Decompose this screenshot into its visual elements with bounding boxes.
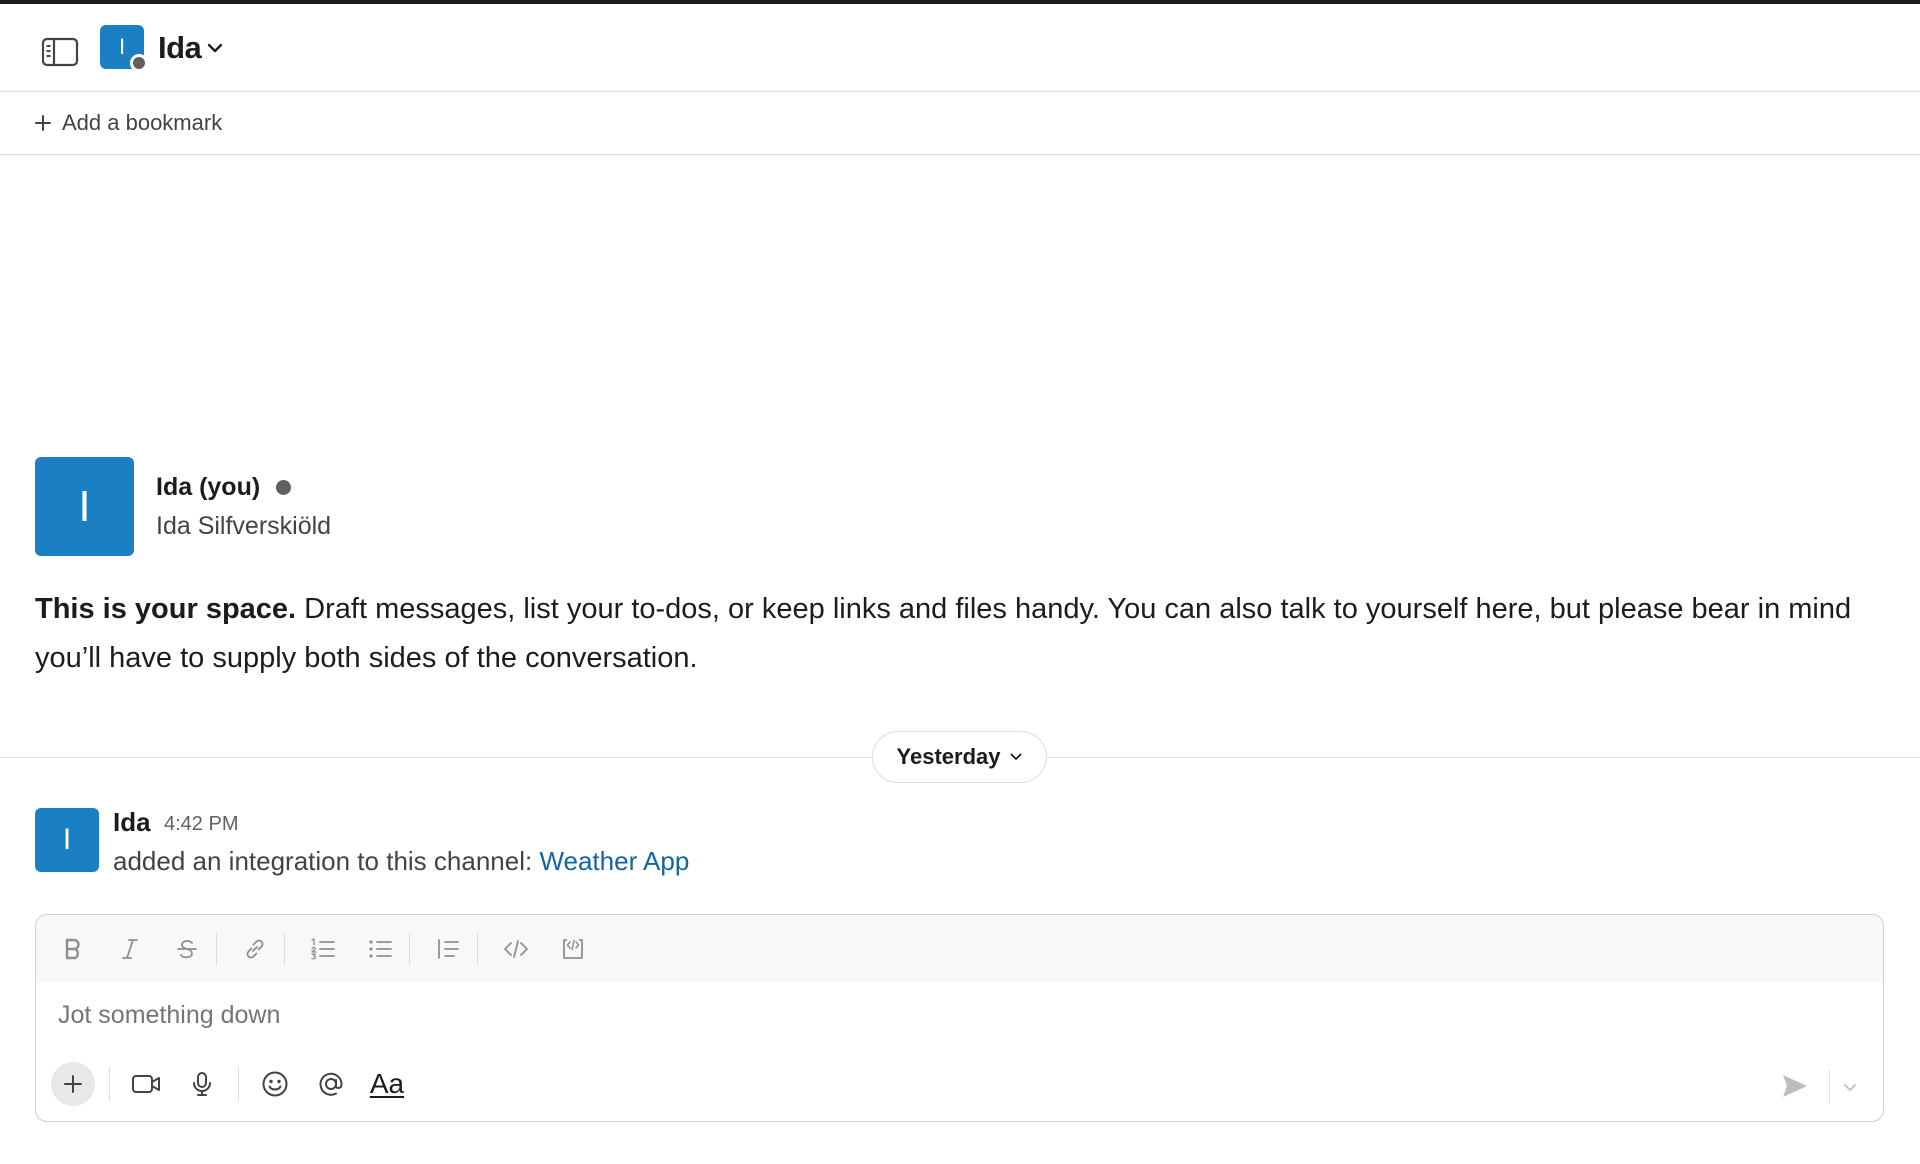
- intro-body-text: Draft messages, list your to-dos, or kee…: [35, 593, 1852, 674]
- actions-divider: [238, 1067, 239, 1101]
- message-input[interactable]: [58, 1001, 1838, 1030]
- profile-display-name-text: Ida (you): [156, 473, 261, 501]
- message-body: added an integration to this channel: We…: [113, 846, 689, 877]
- chevron-down-icon: [1011, 753, 1022, 760]
- channel-avatar-initial: I: [118, 34, 126, 59]
- at-sign-icon: [319, 1072, 343, 1096]
- send-options-button[interactable]: [1839, 1075, 1861, 1099]
- bulleted-list-icon: [369, 940, 392, 958]
- add-bookmark-label: Add a bookmark: [62, 110, 223, 135]
- message-timestamp[interactable]: 4:42 PM: [164, 813, 238, 836]
- message-avatar-initial: I: [62, 823, 72, 856]
- profile-full-name: Ida Silfverskiöld: [156, 512, 332, 540]
- profile-avatar[interactable]: I: [35, 457, 134, 556]
- strikethrough-icon: [177, 940, 197, 959]
- audio-clip-button[interactable]: [180, 1062, 224, 1106]
- sidebar-toggle-button[interactable]: [40, 32, 80, 72]
- text-formatting-label: Aa: [369, 1068, 405, 1099]
- chevron-down-icon: [208, 43, 223, 53]
- composer-actions: Aa: [51, 1062, 421, 1106]
- video-clip-button[interactable]: [124, 1062, 168, 1106]
- intro-bold-text: This is your space.: [35, 593, 297, 625]
- integration-link[interactable]: Weather App: [539, 846, 689, 876]
- channel-intro-text: This is your space. Draft messages, list…: [35, 585, 1895, 683]
- add-bookmark-button[interactable]: Add a bookmark: [34, 106, 222, 140]
- mention-button[interactable]: [309, 1062, 353, 1106]
- channel-name: Ida: [158, 30, 202, 65]
- italic-button[interactable]: [111, 930, 149, 968]
- message-text: added an integration to this channel:: [113, 846, 540, 876]
- message-composer: Aa: [35, 914, 1884, 1122]
- toolbar-divider: [216, 933, 217, 965]
- date-divider-button[interactable]: Yesterday: [872, 731, 1047, 783]
- italic-icon: [122, 939, 138, 959]
- toolbar-divider: [284, 933, 285, 965]
- code-block-button[interactable]: [554, 930, 592, 968]
- code-block-icon: [563, 939, 583, 959]
- send-button[interactable]: [1777, 1071, 1813, 1101]
- toolbar-divider: [477, 933, 478, 965]
- channel-header: I Ida: [0, 4, 1920, 92]
- video-camera-icon: [132, 1075, 160, 1093]
- message-author[interactable]: Ida: [113, 807, 151, 838]
- microphone-icon: [193, 1072, 211, 1096]
- blockquote-icon: [438, 939, 459, 959]
- attach-button[interactable]: [51, 1062, 95, 1106]
- presence-status-icon: [130, 54, 148, 72]
- date-divider-label: Yesterday: [896, 744, 1001, 769]
- blockquote-button[interactable]: [429, 930, 467, 968]
- sidebar-toggle-icon: [41, 37, 79, 67]
- link-button[interactable]: [236, 930, 274, 968]
- profile-display-name[interactable]: Ida (you): [156, 473, 292, 502]
- toolbar-divider: [409, 933, 410, 965]
- bold-button[interactable]: [54, 930, 92, 968]
- send-icon: [1783, 1075, 1807, 1097]
- chevron-down-icon: [1844, 1084, 1856, 1091]
- text-formatting-toggle[interactable]: Aa: [365, 1062, 409, 1106]
- actions-divider: [109, 1067, 110, 1101]
- link-icon: [246, 939, 264, 959]
- ordered-list-icon: [311, 938, 335, 960]
- presence-dot-icon: [276, 480, 292, 495]
- plus-icon: [64, 1075, 82, 1093]
- bold-icon: [65, 938, 80, 960]
- message-avatar[interactable]: I: [35, 808, 99, 872]
- code-button[interactable]: [497, 930, 535, 968]
- profile-avatar-initial: I: [78, 481, 91, 531]
- code-icon: [504, 940, 528, 958]
- formatting-toolbar: [36, 915, 1883, 983]
- ordered-list-button[interactable]: [304, 930, 342, 968]
- emoji-button[interactable]: [253, 1062, 297, 1106]
- emoji-icon: [262, 1071, 288, 1097]
- send-divider: [1829, 1070, 1830, 1104]
- channel-name-button[interactable]: Ida: [158, 30, 223, 66]
- bookmarks-bar: Add a bookmark: [0, 92, 1920, 155]
- plus-icon: [35, 115, 51, 131]
- bulleted-list-button[interactable]: [361, 930, 399, 968]
- strikethrough-button[interactable]: [168, 930, 206, 968]
